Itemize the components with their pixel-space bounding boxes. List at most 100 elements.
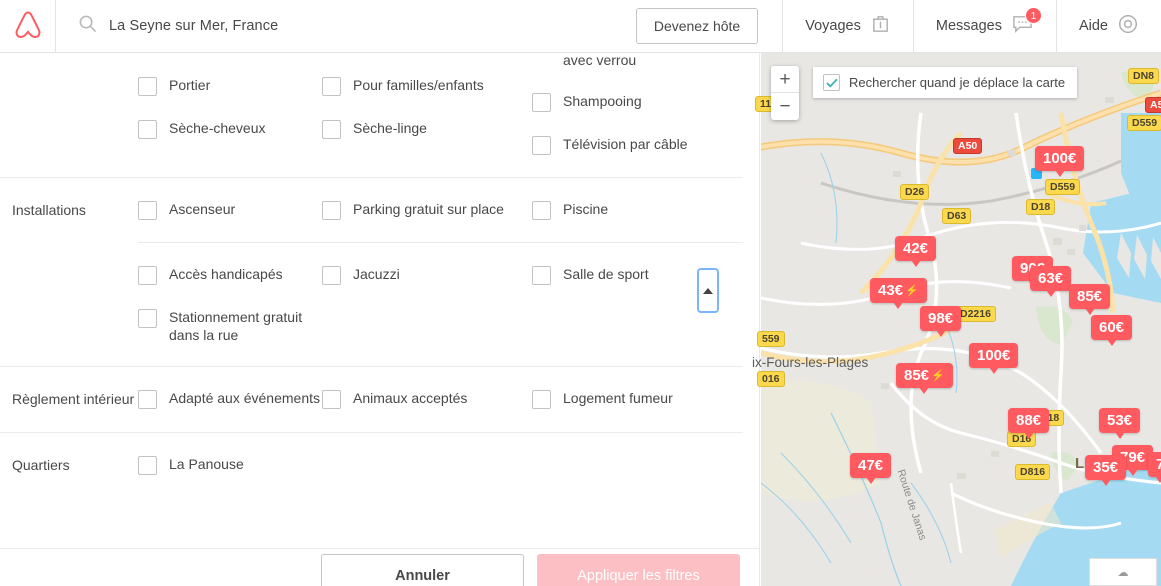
filters-action-bar: Annuler Appliquer les filtres <box>0 548 759 586</box>
checkbox-icon[interactable] <box>138 77 157 96</box>
filter-checkbox-option[interactable]: Jacuzzi <box>322 265 532 285</box>
map-price-marker[interactable]: 63€ <box>1030 266 1072 297</box>
map-zoom-controls[interactable]: + − <box>771 66 799 120</box>
search-bar[interactable]: La Seyne sur Mer, France <box>56 0 612 52</box>
filter-option-line: La Panouse <box>138 455 743 475</box>
map-price-marker[interactable]: 88€ <box>1008 408 1050 439</box>
filter-checkbox-option[interactable]: Ascenseur <box>138 200 322 220</box>
filters-panel: Machine à laverPortierSèche-cheveuxPetit… <box>0 53 760 586</box>
map-price-marker[interactable]: 47€ <box>850 453 892 484</box>
price-label: 98€ <box>928 310 954 327</box>
zoom-in-button[interactable]: + <box>771 66 799 93</box>
checkbox-icon[interactable] <box>322 77 341 96</box>
road-shield-label: D816 <box>1015 464 1051 480</box>
filter-checkbox-option[interactable]: Shampooing <box>532 92 716 112</box>
instant-book-lightning-icon: ⚡ <box>905 285 919 297</box>
filter-group-label: Installations <box>12 202 86 218</box>
filter-option-line: Machine à laverPortierSèche-cheveuxPetit… <box>138 53 743 155</box>
filter-option-column: Petit déjeunerPour familles/enfantsSèche… <box>322 53 532 155</box>
site-header: La Seyne sur Mer, France Devenez hôte Vo… <box>0 0 1161 53</box>
map-price-marker[interactable]: 60€ <box>1091 315 1133 346</box>
filter-group: Quartiers La Panouse <box>0 432 743 498</box>
airbnb-search-page: La Seyne sur Mer, France Devenez hôte Vo… <box>0 0 1161 586</box>
checkbox-icon[interactable] <box>138 120 157 139</box>
checkbox-icon[interactable] <box>532 93 551 112</box>
map-price-marker[interactable]: 35€ <box>1085 455 1127 486</box>
filter-option-column: Accès handicapés Stationnement gratuit da… <box>138 265 322 344</box>
filter-checkbox-option[interactable]: Pour familles/enfants <box>322 76 532 96</box>
filter-option-label: Animaux acceptés <box>353 390 468 406</box>
search-on-move-control[interactable]: Rechercher quand je déplace la carte <box>813 67 1078 98</box>
filter-option-label: Sèche-cheveux <box>169 120 266 136</box>
map-price-marker[interactable]: 43€ ⚡ <box>870 278 927 309</box>
checkbox-icon[interactable] <box>322 266 341 285</box>
checkbox-icon[interactable] <box>138 266 157 285</box>
become-host-button[interactable]: Devenez hôte <box>635 8 759 44</box>
filter-checkbox-option[interactable]: Logement fumeur <box>532 389 716 409</box>
checkbox-icon[interactable] <box>138 309 157 328</box>
filter-checkbox-option[interactable]: Accès handicapés <box>138 265 322 285</box>
road-shield-label: DN8 <box>1128 68 1160 84</box>
airbnb-logo[interactable] <box>0 0 56 52</box>
checkbox-icon[interactable] <box>138 456 157 475</box>
filter-option-label: La Panouse <box>169 456 244 472</box>
map-price-marker[interactable]: 42€ <box>895 236 937 267</box>
map-price-marker[interactable]: 53€ <box>1099 408 1141 439</box>
map-price-marker[interactable]: 85€ <box>1069 284 1111 315</box>
apply-filters-button[interactable]: Appliquer les filtres <box>537 554 740 586</box>
filter-checkbox-option[interactable]: La Panouse <box>138 455 322 475</box>
map-price-marker[interactable]: 100€ <box>1035 146 1085 177</box>
filter-checkbox-option[interactable]: Piscine <box>532 200 716 220</box>
filter-checkbox-option[interactable]: Télévision par câble <box>532 135 716 155</box>
checkbox-icon[interactable] <box>322 201 341 220</box>
filter-checkbox-option[interactable]: Parking gratuit sur place <box>322 200 532 220</box>
map-price-marker[interactable]: 100€ <box>969 343 1019 374</box>
price-label: 85€ <box>1077 288 1103 305</box>
checkbox-icon[interactable] <box>322 120 341 139</box>
filter-option-column: Jacuzzi <box>322 265 532 344</box>
price-label: 35€ <box>1093 459 1119 476</box>
checkbox-icon[interactable] <box>532 136 551 155</box>
filter-option-label: Stationnement gratuit dans la rue <box>169 309 303 343</box>
filter-option-label: Shampooing <box>563 93 642 109</box>
search-icon <box>78 14 97 38</box>
filter-checkbox-option[interactable]: Porte de la chambre avec verrou <box>532 53 716 69</box>
map-price-marker[interactable]: 98€ <box>920 306 962 337</box>
filter-checkbox-option[interactable]: Adapté aux événements <box>138 389 322 409</box>
filter-checkbox-option[interactable]: Stationnement gratuit dans la rue <box>138 308 322 344</box>
road-shield-label: A50 <box>953 138 983 154</box>
instant-book-lightning-icon: ⚡ <box>931 370 945 382</box>
filter-checkbox-option[interactable]: Sèche-linge <box>322 119 532 139</box>
zoom-out-button[interactable]: − <box>771 93 799 120</box>
checkbox-icon[interactable] <box>532 390 551 409</box>
cancel-button[interactable]: Annuler <box>321 554 524 586</box>
filter-option-line: Ascenseur Parking gratuit sur place Piscin… <box>138 200 743 220</box>
map-price-marker[interactable]: 85€ ⚡ <box>896 363 953 394</box>
nav-item-messages[interactable]: Messages 1 <box>912 0 1056 52</box>
filter-group-label: Quartiers <box>12 457 70 473</box>
map-price-marker[interactable]: 7 <box>1148 452 1161 483</box>
filter-checkbox-option[interactable]: Animaux acceptés <box>322 389 532 409</box>
filter-group-label <box>0 53 138 155</box>
checkbox-icon[interactable] <box>532 266 551 285</box>
filter-option-label: Télévision par câble <box>563 136 688 152</box>
price-label: 53€ <box>1107 412 1133 429</box>
filter-checkbox-option[interactable]: Portier <box>138 76 322 96</box>
search-input[interactable]: La Seyne sur Mer, France <box>109 18 278 34</box>
checkbox-icon[interactable] <box>322 390 341 409</box>
road-shield-label: 016 <box>757 371 785 387</box>
checkbox-icon[interactable] <box>138 201 157 220</box>
listing-card-peek[interactable]: ☁ <box>1089 558 1157 586</box>
filter-option-label: Salle de sport <box>563 266 649 282</box>
place-name-label: ix-Fours-les-Plages <box>752 355 869 370</box>
checkbox-icon[interactable] <box>138 390 157 409</box>
checkbox-icon[interactable] <box>532 201 551 220</box>
filter-option-column: Machine à laverPortierSèche-cheveux <box>138 53 322 155</box>
panel-scrollbar[interactable] <box>697 268 719 313</box>
filter-checkbox-option[interactable]: Salle de sport <box>532 265 716 285</box>
nav-item-voyages[interactable]: Voyages <box>782 0 913 52</box>
up-arrow-icon <box>703 287 713 294</box>
filter-checkbox-option[interactable]: Sèche-cheveux <box>138 119 322 139</box>
nav-item-aide[interactable]: Aide <box>1055 0 1161 52</box>
search-on-move-checkbox[interactable] <box>823 74 840 91</box>
